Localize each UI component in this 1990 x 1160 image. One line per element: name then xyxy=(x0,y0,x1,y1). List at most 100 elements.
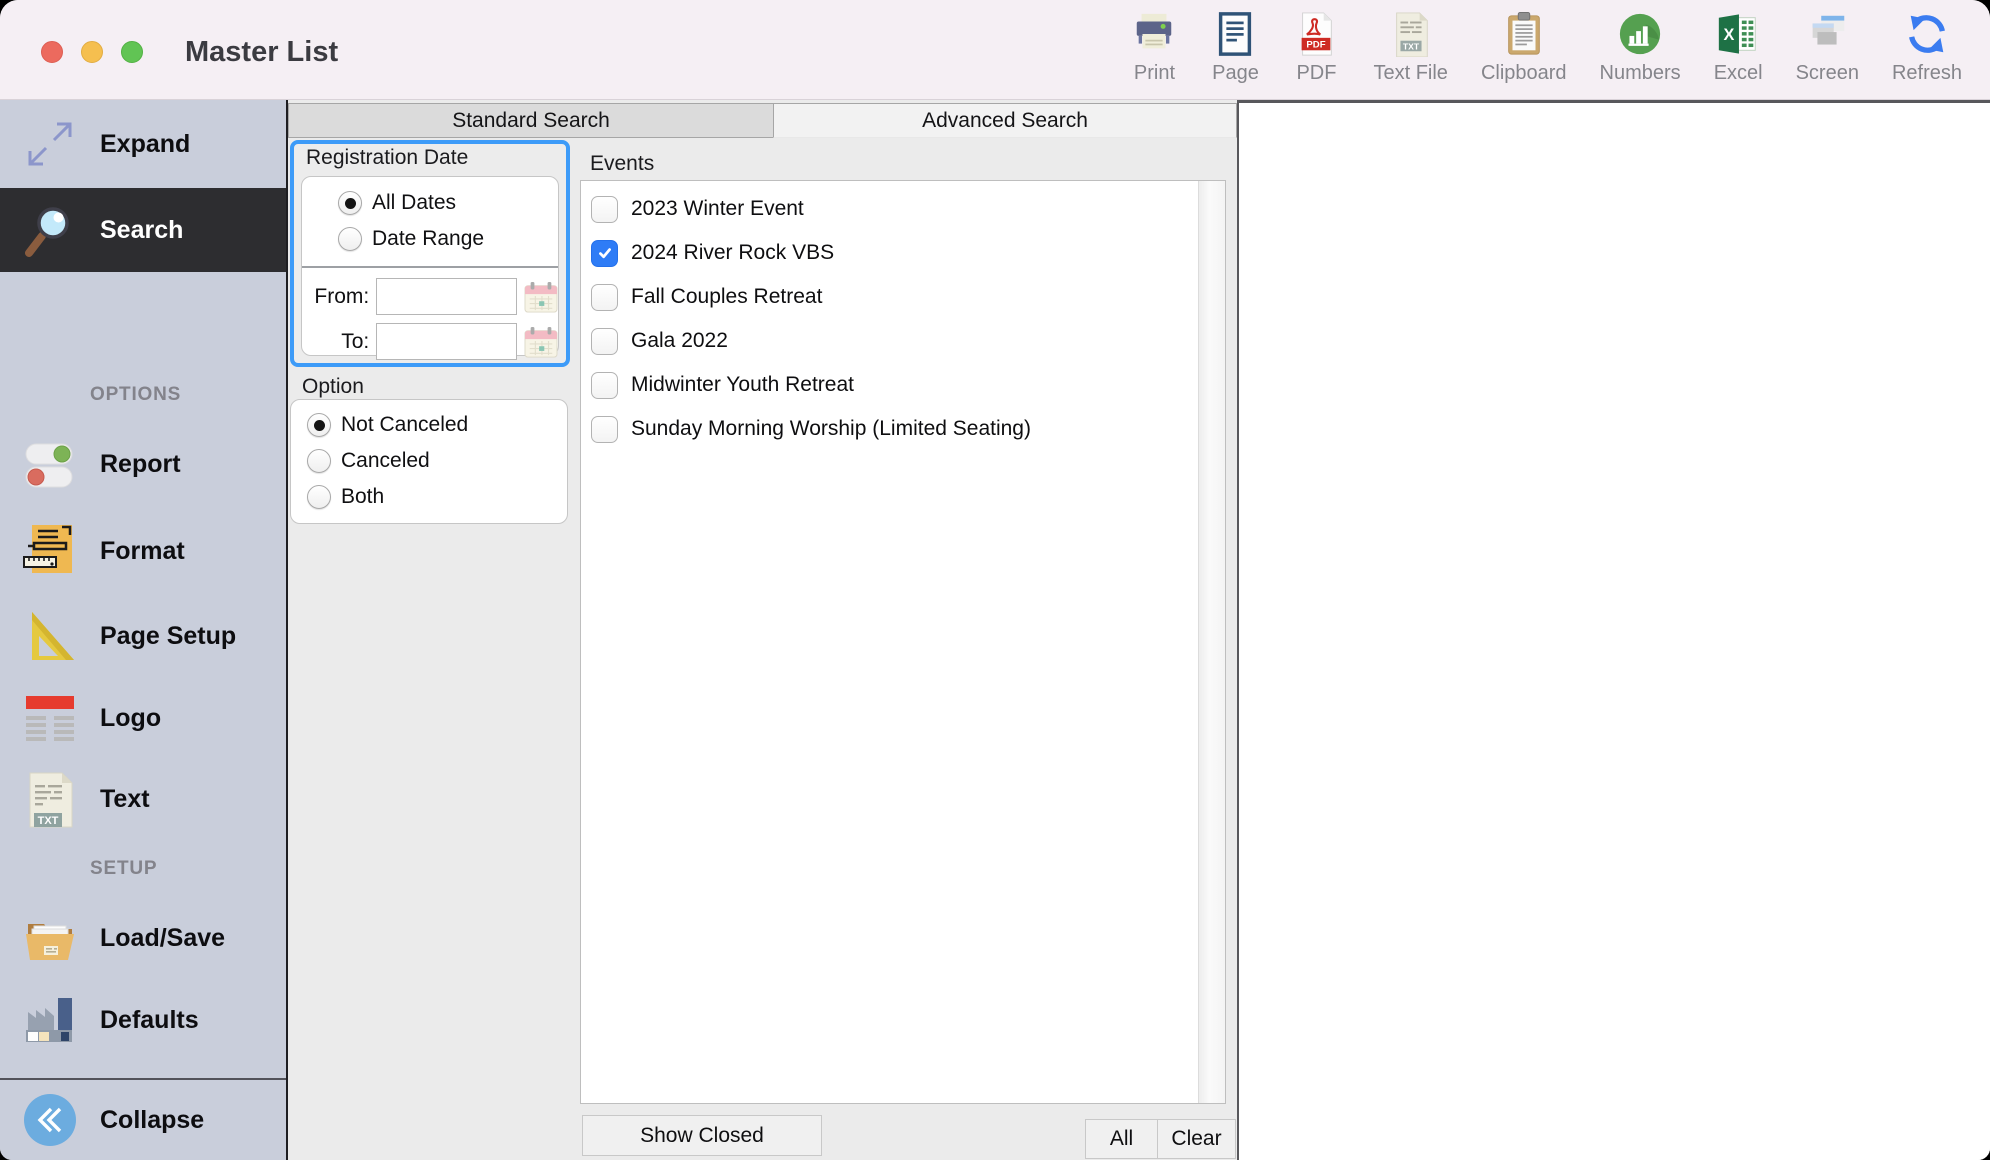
to-date-input[interactable] xyxy=(376,323,517,360)
toolbar-item-label: Clipboard xyxy=(1481,62,1567,85)
letterhead-icon xyxy=(16,686,84,750)
tab-label: Advanced Search xyxy=(922,109,1088,133)
pdf-file-icon: PDF xyxy=(1292,10,1340,58)
event-row[interactable]: Midwinter Youth Retreat xyxy=(581,363,1225,407)
pdf-button[interactable]: PDF PDF xyxy=(1292,10,1340,85)
sidebar-section-options: OPTIONS xyxy=(90,384,181,406)
titlebar: Master List Print xyxy=(0,0,1990,100)
txt-document-icon: TXT xyxy=(16,767,84,831)
tab-advanced-search[interactable]: Advanced Search xyxy=(773,103,1237,138)
print-button[interactable]: Print xyxy=(1130,10,1178,85)
results-pane xyxy=(1237,100,1990,1160)
radio-label: Not Canceled xyxy=(341,413,468,437)
radio-row-canceled[interactable]: Canceled xyxy=(291,443,567,479)
event-checkbox[interactable] xyxy=(591,416,618,443)
from-date-input[interactable] xyxy=(376,278,517,315)
sidebar-item-logo[interactable]: Logo xyxy=(0,678,286,758)
events-scrollbar[interactable] xyxy=(1198,181,1225,1103)
radio-row-both[interactable]: Both xyxy=(291,479,567,515)
minimize-window-button[interactable] xyxy=(81,41,103,63)
to-calendar-icon[interactable] xyxy=(524,326,558,358)
sidebar-item-report[interactable]: Report xyxy=(0,420,286,508)
radio-row-date-range[interactable]: Date Range xyxy=(302,221,558,257)
all-dates-radio[interactable] xyxy=(338,191,362,215)
radio-row-all-dates[interactable]: All Dates xyxy=(302,185,558,221)
page-button[interactable]: Page xyxy=(1211,10,1259,85)
canceled-radio[interactable] xyxy=(307,449,331,473)
event-row[interactable]: 2023 Winter Event xyxy=(581,187,1225,231)
set-square-icon xyxy=(16,604,84,668)
clipboard-button[interactable]: Clipboard xyxy=(1481,10,1567,85)
event-row[interactable]: 2024 River Rock VBS xyxy=(581,231,1225,275)
event-checkbox[interactable] xyxy=(591,240,618,267)
sidebar-item-label: Report xyxy=(100,450,181,479)
sidebar-item-defaults[interactable]: Defaults xyxy=(0,980,286,1060)
printer-icon xyxy=(1130,10,1178,58)
from-calendar-icon[interactable] xyxy=(524,281,558,313)
sidebar-item-search[interactable]: Search xyxy=(0,188,286,272)
refresh-icon xyxy=(1903,10,1951,58)
tab-standard-search[interactable]: Standard Search xyxy=(288,103,773,138)
magnifier-icon xyxy=(16,198,84,262)
text-file-icon: TXT xyxy=(1387,10,1435,58)
sidebar-item-label: Load/Save xyxy=(100,924,225,953)
registration-date-panel: Registration Date All Dates Date Range F… xyxy=(290,140,570,367)
separator xyxy=(302,266,558,268)
refresh-button[interactable]: Refresh xyxy=(1892,10,1962,85)
event-checkbox[interactable] xyxy=(591,372,618,399)
option-groupbox: Not Canceled Canceled Both xyxy=(290,399,568,524)
registration-date-label: Registration Date xyxy=(306,146,468,170)
sidebar-item-label: Expand xyxy=(100,130,190,159)
text-file-button[interactable]: TXT Text File xyxy=(1373,10,1447,85)
factory-icon xyxy=(16,988,84,1052)
event-checkbox[interactable] xyxy=(591,328,618,355)
sidebar-item-expand[interactable]: Expand xyxy=(0,100,286,188)
events-label: Events xyxy=(590,152,654,176)
sidebar-item-collapse[interactable]: Collapse xyxy=(0,1080,286,1160)
not-canceled-radio[interactable] xyxy=(307,413,331,437)
numbers-chart-icon xyxy=(1616,10,1664,58)
sidebar-item-load-save[interactable]: Load/Save xyxy=(0,896,286,980)
numbers-button[interactable]: Numbers xyxy=(1600,10,1681,85)
toolbar-item-label: Text File xyxy=(1373,62,1447,85)
sidebar-item-format[interactable]: Format xyxy=(0,508,286,594)
folder-icon xyxy=(16,906,84,970)
option-label: Option xyxy=(302,375,364,399)
from-date-row: From: xyxy=(302,274,558,319)
event-row[interactable]: Sunday Morning Worship (Limited Seating) xyxy=(581,407,1225,451)
radio-row-not-canceled[interactable]: Not Canceled xyxy=(291,407,567,443)
sidebar-item-label: Search xyxy=(100,216,183,245)
event-checkbox[interactable] xyxy=(591,196,618,223)
txt-badge-text: TXT xyxy=(1403,41,1420,51)
zoom-window-button[interactable] xyxy=(121,41,143,63)
toggles-icon xyxy=(16,432,84,496)
window-title: Master List xyxy=(185,36,338,69)
excel-icon: X xyxy=(1714,10,1762,58)
format-document-icon xyxy=(16,519,84,583)
event-row[interactable]: Fall Couples Retreat xyxy=(581,275,1225,319)
sidebar-item-text[interactable]: TXT Text xyxy=(0,758,286,840)
sidebar-item-label: Page Setup xyxy=(100,622,236,651)
both-radio[interactable] xyxy=(307,485,331,509)
search-tabbar: Standard Search Advanced Search xyxy=(288,103,1237,138)
clear-button[interactable]: Clear xyxy=(1157,1119,1236,1159)
collapse-circle-icon xyxy=(16,1088,84,1152)
excel-button[interactable]: X Excel xyxy=(1714,10,1763,85)
event-label: 2023 Winter Event xyxy=(631,197,804,221)
event-row[interactable]: Gala 2022 xyxy=(581,319,1225,363)
radio-label: Canceled xyxy=(341,449,430,473)
show-closed-button[interactable]: Show Closed xyxy=(582,1115,822,1156)
sidebar-item-label: Collapse xyxy=(100,1106,204,1135)
close-window-button[interactable] xyxy=(41,41,63,63)
event-checkbox[interactable] xyxy=(591,284,618,311)
advanced-search-pane: Registration Date All Dates Date Range F… xyxy=(288,138,1237,1160)
select-all-button[interactable]: All xyxy=(1085,1119,1157,1159)
sidebar-item-label: Defaults xyxy=(100,1006,199,1035)
to-label: To: xyxy=(302,330,369,354)
event-label: Midwinter Youth Retreat xyxy=(631,373,854,397)
screen-button[interactable]: Screen xyxy=(1796,10,1859,85)
clipboard-icon xyxy=(1500,10,1548,58)
sidebar-item-label: Logo xyxy=(100,704,161,733)
sidebar-item-page-setup[interactable]: Page Setup xyxy=(0,594,286,678)
date-range-radio[interactable] xyxy=(338,227,362,251)
